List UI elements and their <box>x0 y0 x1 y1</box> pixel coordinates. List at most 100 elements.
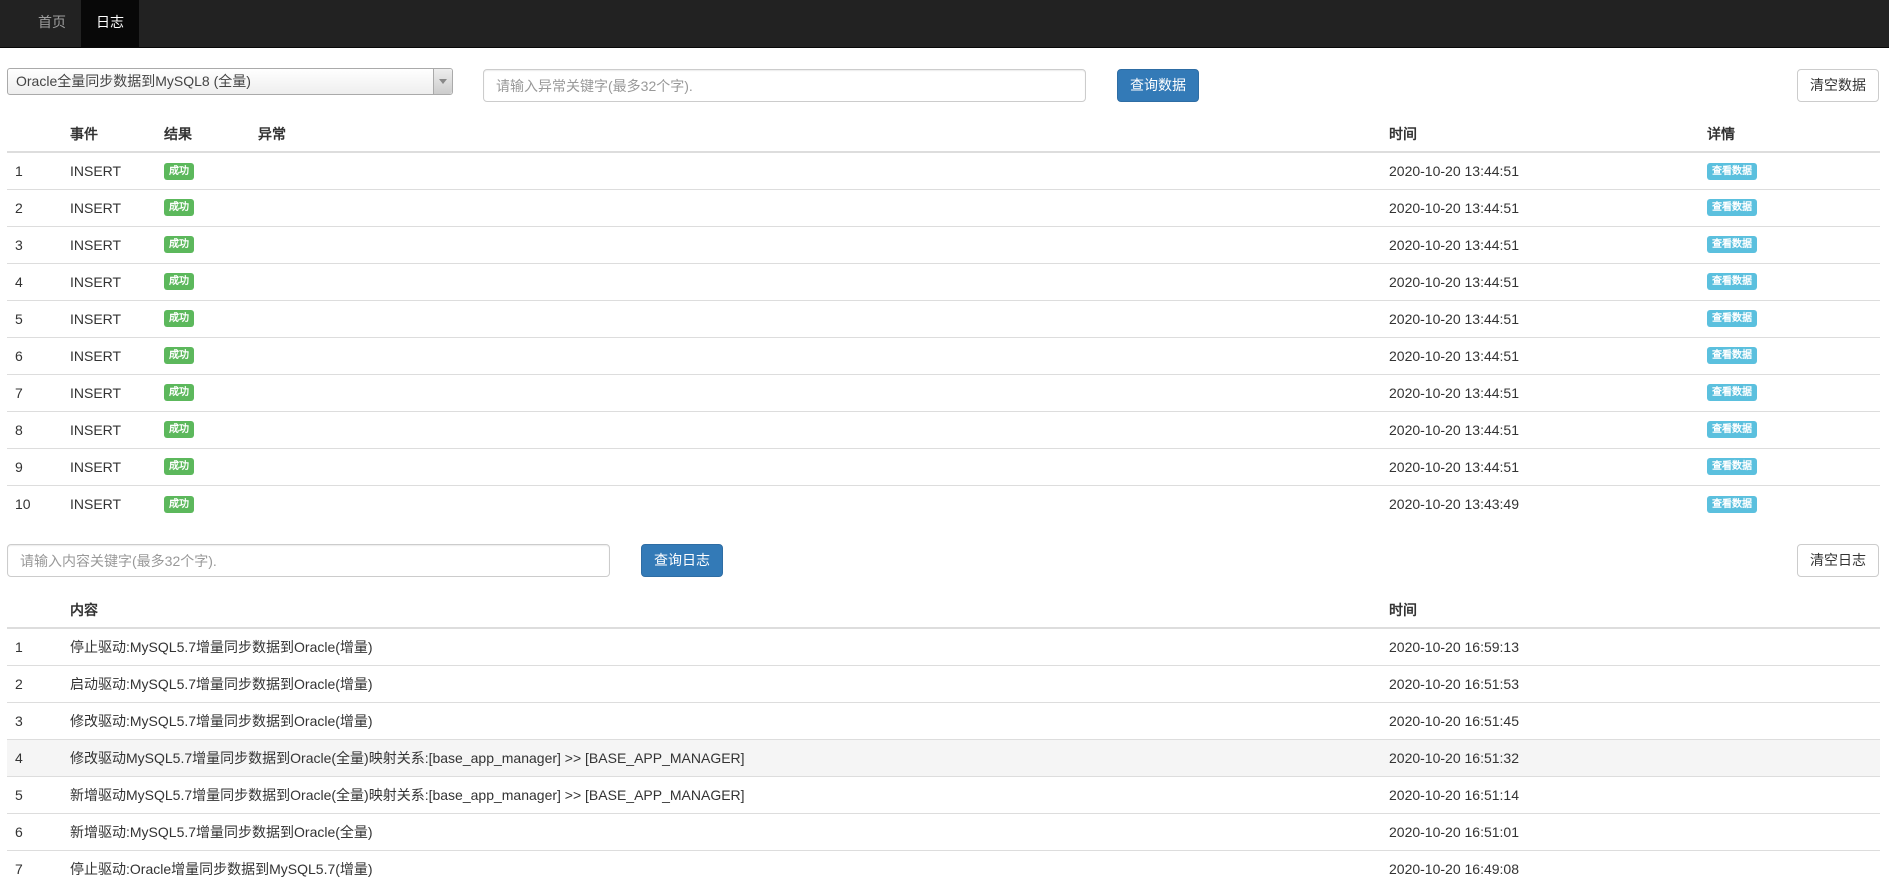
view-data-button[interactable]: 查看数据 <box>1707 236 1757 254</box>
success-badge: 成功 <box>164 458 194 476</box>
row-content: 停止驱动:Oracle增量同步数据到MySQL5.7(增量) <box>62 849 1381 887</box>
row-index: 3 <box>7 701 62 739</box>
table-row: 4 修改驱动MySQL5.7增量同步数据到Oracle(全量)映射关系:[bas… <box>7 738 1880 776</box>
row-time: 2020-10-20 13:44:51 <box>1381 188 1699 226</box>
view-data-button[interactable]: 查看数据 <box>1707 347 1757 365</box>
row-time: 2020-10-20 16:51:01 <box>1381 812 1880 850</box>
success-badge: 成功 <box>164 384 194 402</box>
success-badge: 成功 <box>164 347 194 365</box>
success-badge: 成功 <box>164 495 194 513</box>
row-error <box>250 299 1381 337</box>
row-event: INSERT <box>62 151 156 189</box>
table-row: 4 INSERT 成功 2020-10-20 13:44:51 查看数据 <box>7 262 1880 300</box>
row-index: 7 <box>7 849 62 887</box>
query-log-button[interactable]: 查询日志 <box>641 544 723 577</box>
row-content: 新增驱动MySQL5.7增量同步数据到Oracle(全量)映射关系:[base_… <box>62 775 1381 813</box>
driver-select-value: Oracle全量同步数据到MySQL8 (全量) <box>16 73 251 89</box>
row-time: 2020-10-20 13:44:51 <box>1381 262 1699 300</box>
row-error <box>250 151 1381 189</box>
clear-log-button[interactable]: 清空日志 <box>1797 544 1879 577</box>
view-data-button[interactable]: 查看数据 <box>1707 458 1757 476</box>
row-time: 2020-10-20 13:44:51 <box>1381 373 1699 411</box>
view-data-button[interactable]: 查看数据 <box>1707 421 1757 439</box>
row-index: 6 <box>7 812 62 850</box>
row-time: 2020-10-20 13:44:51 <box>1381 447 1699 485</box>
table-row: 9 INSERT 成功 2020-10-20 13:44:51 查看数据 <box>7 447 1880 485</box>
row-event: INSERT <box>62 336 156 374</box>
row-index: 1 <box>7 627 62 665</box>
row-error <box>250 484 1381 522</box>
table-row: 3 INSERT 成功 2020-10-20 13:44:51 查看数据 <box>7 225 1880 263</box>
row-time: 2020-10-20 16:51:53 <box>1381 664 1880 702</box>
log-table: 内容 时间 1 停止驱动:MySQL5.7增量同步数据到Oracle(增量) 2… <box>7 592 1880 887</box>
row-content: 新增驱动:MySQL5.7增量同步数据到Oracle(全量) <box>62 812 1381 850</box>
row-index: 9 <box>7 447 62 485</box>
col-detail: 详情 <box>1699 116 1880 153</box>
view-data-button[interactable]: 查看数据 <box>1707 162 1757 180</box>
row-error <box>250 336 1381 374</box>
view-data-button[interactable]: 查看数据 <box>1707 199 1757 217</box>
table-row: 2 INSERT 成功 2020-10-20 13:44:51 查看数据 <box>7 188 1880 226</box>
row-time: 2020-10-20 13:44:51 <box>1381 225 1699 263</box>
col-event: 事件 <box>62 116 156 153</box>
view-data-button[interactable]: 查看数据 <box>1707 310 1757 328</box>
row-time: 2020-10-20 13:44:51 <box>1381 410 1699 448</box>
chevron-down-icon[interactable] <box>433 69 452 94</box>
table-row: 7 INSERT 成功 2020-10-20 13:44:51 查看数据 <box>7 373 1880 411</box>
top-navbar: 首页 日志 <box>0 0 1889 48</box>
query-data-button[interactable]: 查询数据 <box>1117 69 1199 102</box>
success-badge: 成功 <box>164 199 194 217</box>
nav-home[interactable]: 首页 <box>24 0 80 47</box>
error-keyword-input[interactable] <box>483 69 1086 102</box>
row-index: 5 <box>7 299 62 337</box>
row-time: 2020-10-20 13:44:51 <box>1381 336 1699 374</box>
success-badge: 成功 <box>164 421 194 439</box>
table-row: 2 启动驱动:MySQL5.7增量同步数据到Oracle(增量) 2020-10… <box>7 664 1880 702</box>
col-index <box>7 592 62 629</box>
row-event: INSERT <box>62 373 156 411</box>
row-error <box>250 225 1381 263</box>
nav-log[interactable]: 日志 <box>81 0 139 47</box>
view-data-button[interactable]: 查看数据 <box>1707 384 1757 402</box>
row-error <box>250 262 1381 300</box>
row-event: INSERT <box>62 262 156 300</box>
table-row: 6 新增驱动:MySQL5.7增量同步数据到Oracle(全量) 2020-10… <box>7 812 1880 850</box>
success-badge: 成功 <box>164 236 194 254</box>
row-content: 修改驱动:MySQL5.7增量同步数据到Oracle(增量) <box>62 701 1381 739</box>
row-index: 3 <box>7 225 62 263</box>
row-index: 8 <box>7 410 62 448</box>
col-error: 异常 <box>250 116 1381 153</box>
row-content: 停止驱动:MySQL5.7增量同步数据到Oracle(增量) <box>62 627 1381 665</box>
row-event: INSERT <box>62 225 156 263</box>
row-error <box>250 410 1381 448</box>
view-data-button[interactable]: 查看数据 <box>1707 495 1757 513</box>
table-row: 5 INSERT 成功 2020-10-20 13:44:51 查看数据 <box>7 299 1880 337</box>
success-badge: 成功 <box>164 310 194 328</box>
row-event: INSERT <box>62 447 156 485</box>
row-event: INSERT <box>62 188 156 226</box>
table-row: 6 INSERT 成功 2020-10-20 13:44:51 查看数据 <box>7 336 1880 374</box>
data-table: 事件 结果 异常 时间 详情 1 INSERT 成功 2020-10-20 13… <box>7 116 1880 522</box>
view-data-button[interactable]: 查看数据 <box>1707 273 1757 291</box>
driver-select[interactable]: Oracle全量同步数据到MySQL8 (全量) <box>7 68 453 95</box>
row-content: 修改驱动MySQL5.7增量同步数据到Oracle(全量)映射关系:[base_… <box>62 738 1381 776</box>
clear-data-button[interactable]: 清空数据 <box>1797 69 1879 102</box>
col-index <box>7 116 62 153</box>
row-index: 1 <box>7 151 62 189</box>
row-index: 2 <box>7 664 62 702</box>
row-time: 2020-10-20 16:51:45 <box>1381 701 1880 739</box>
row-time: 2020-10-20 16:51:14 <box>1381 775 1880 813</box>
content-keyword-input[interactable] <box>7 544 610 577</box>
row-index: 7 <box>7 373 62 411</box>
row-event: INSERT <box>62 484 156 522</box>
table-row: 7 停止驱动:Oracle增量同步数据到MySQL5.7(增量) 2020-10… <box>7 849 1880 887</box>
table-row: 5 新增驱动MySQL5.7增量同步数据到Oracle(全量)映射关系:[bas… <box>7 775 1880 813</box>
row-time: 2020-10-20 16:51:32 <box>1381 738 1880 776</box>
row-index: 4 <box>7 738 62 776</box>
row-time: 2020-10-20 13:44:51 <box>1381 151 1699 189</box>
row-event: INSERT <box>62 299 156 337</box>
row-time: 2020-10-20 16:49:08 <box>1381 849 1880 887</box>
row-index: 4 <box>7 262 62 300</box>
row-time: 2020-10-20 16:59:13 <box>1381 627 1880 665</box>
col-result: 结果 <box>156 116 250 153</box>
